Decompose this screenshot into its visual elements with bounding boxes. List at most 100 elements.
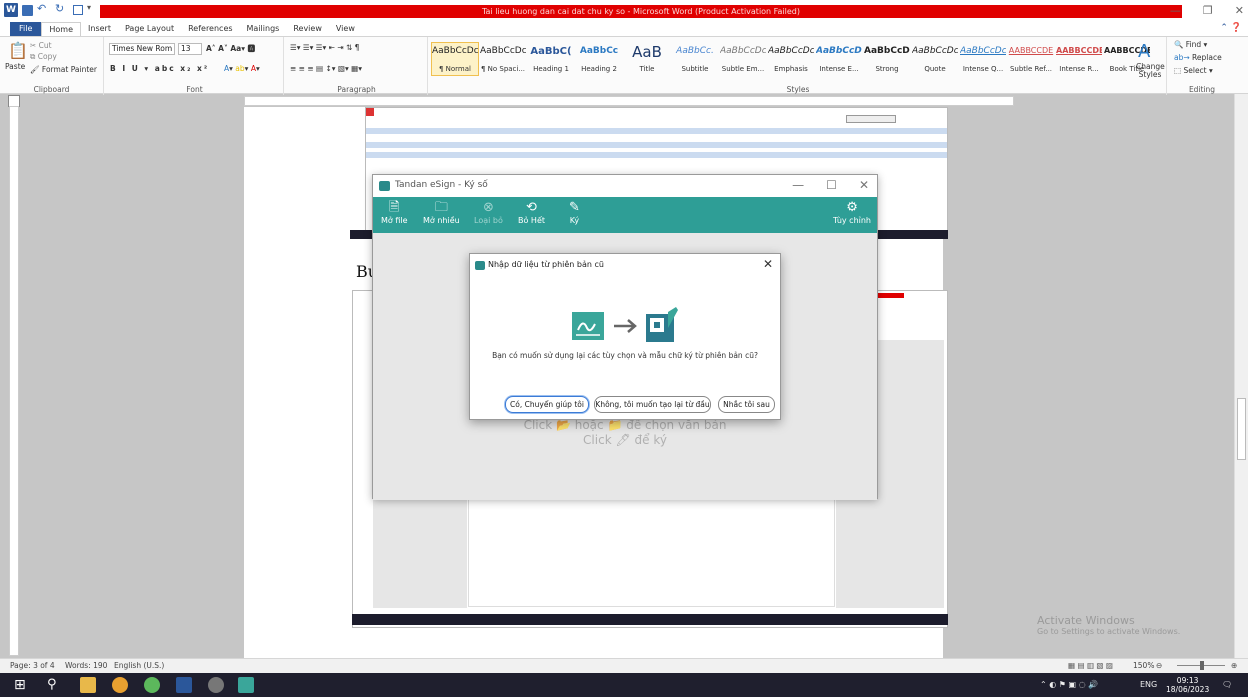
style-emphasis[interactable]: AaBbCcDc Emphasis bbox=[767, 42, 815, 76]
tab-file[interactable]: File bbox=[10, 22, 42, 36]
font-name-box[interactable]: Times New Rom bbox=[109, 43, 175, 55]
open-file-button[interactable]: 🗎 Mở file bbox=[381, 200, 408, 225]
view-buttons[interactable]: ▦ ▤ ▥ ▧ ▨ bbox=[1068, 661, 1113, 670]
start-icon[interactable]: ⊞ bbox=[14, 677, 30, 693]
tab-insert[interactable]: Insert bbox=[81, 22, 118, 36]
sign-button[interactable]: ✎ Ký bbox=[569, 200, 580, 225]
settings-label: Tùy chỉnh bbox=[833, 216, 871, 225]
editing-label: Editing bbox=[1188, 85, 1216, 94]
style-heading-1[interactable]: AaBbC(Heading 1 bbox=[527, 42, 575, 76]
find-button[interactable]: 🔍 Find ▾ bbox=[1174, 40, 1207, 49]
select-button[interactable]: ⬚ Select ▾ bbox=[1174, 66, 1213, 75]
search-icon[interactable]: ⚲ bbox=[47, 677, 63, 693]
format-painter-label: Format Painter bbox=[41, 65, 97, 74]
tray-icons[interactable]: ⌃ ◐ ⚑ ▣ ◌ 🔊 bbox=[1040, 680, 1098, 689]
style-intense-reference[interactable]: AABBCCDE Intense R... bbox=[1055, 42, 1103, 76]
esign-taskbar-icon[interactable] bbox=[238, 677, 254, 693]
app-taskbar-icon[interactable] bbox=[208, 677, 224, 693]
esign-hint-open: Click 📂 hoặc 📁 để chọn văn bản bbox=[523, 418, 727, 432]
no-start-fresh-button[interactable]: Không, tôi muốn tạo lại từ đầu bbox=[594, 396, 711, 413]
save-icon[interactable] bbox=[22, 4, 33, 16]
tab-mailings[interactable]: Mailings bbox=[240, 22, 287, 36]
zoom-slider-thumb[interactable] bbox=[1200, 661, 1204, 670]
clear-all-label: Bỏ Hết bbox=[518, 216, 545, 225]
tab-home[interactable]: Home bbox=[41, 21, 82, 37]
style-intense-quote[interactable]: AaBbCcDc Intense Q... bbox=[959, 42, 1007, 76]
remind-later-button[interactable]: Nhắc tôi sau bbox=[718, 396, 775, 413]
clock[interactable]: 09:13 18/06/2023 bbox=[1166, 676, 1209, 694]
vertical-scrollbar[interactable] bbox=[1234, 94, 1248, 658]
horizontal-ruler[interactable] bbox=[244, 96, 1014, 106]
esign-minimize-icon[interactable]: — bbox=[792, 178, 804, 192]
dialog-close-icon[interactable]: ✕ bbox=[763, 257, 773, 271]
style-name: Title bbox=[639, 65, 655, 73]
change-styles-icon[interactable]: A bbox=[1138, 41, 1150, 62]
font-size-box[interactable]: 13 bbox=[178, 43, 202, 55]
tab-references[interactable]: References bbox=[181, 22, 239, 36]
zoom-in-icon[interactable]: ⊕ bbox=[1231, 661, 1237, 670]
word-count[interactable]: Words: 190 bbox=[65, 661, 107, 670]
align-buttons[interactable]: ≡ ≡ ≡ ▤ ↕▾ ▧▾ ▦▾ bbox=[290, 64, 362, 73]
zoom-level[interactable]: 150% bbox=[1133, 661, 1154, 670]
tab-review[interactable]: Review bbox=[286, 22, 329, 36]
yes-migrate-button[interactable]: Có, Chuyển giúp tôi bbox=[505, 396, 589, 413]
style-name: Quote bbox=[924, 65, 946, 73]
help-icon[interactable]: ⌃ ❓ bbox=[1220, 23, 1242, 33]
dialog-logo-icon bbox=[475, 261, 485, 270]
style-heading-2[interactable]: AaBbCc Heading 2 bbox=[575, 42, 623, 76]
list-buttons[interactable]: ☰▾ ☰▾ ☰▾ ⇤ ⇥ ⇅ ¶ bbox=[290, 43, 359, 52]
copy-icon: ⧉ bbox=[30, 52, 38, 61]
paste-icon[interactable]: 📋 bbox=[8, 41, 28, 60]
format-painter-button[interactable]: 🖌 Format Painter bbox=[30, 65, 97, 74]
browser-icon[interactable] bbox=[144, 677, 160, 693]
style-normal[interactable]: AaBbCcDc ¶ Normal bbox=[431, 42, 479, 76]
file-explorer-icon[interactable] bbox=[80, 677, 96, 693]
font-group: Times New Rom 13 A˄ A˅ Aa▾ 🅰 B I U ▾ abc… bbox=[106, 37, 284, 95]
print-preview-icon[interactable] bbox=[73, 5, 83, 15]
esign-close-icon[interactable]: ✕ bbox=[859, 178, 869, 192]
change-styles-button[interactable]: Change Styles bbox=[1136, 63, 1165, 79]
style-subtle-emphasis[interactable]: AaBbCcDc Subtle Em... bbox=[719, 42, 767, 76]
styles-label: Styles bbox=[786, 85, 810, 94]
zoom-out-icon[interactable]: ⊖ bbox=[1156, 661, 1162, 670]
font-label: Font bbox=[186, 85, 203, 94]
notification-icon[interactable]: 🗨 bbox=[1222, 680, 1232, 689]
tab-page-layout[interactable]: Page Layout bbox=[118, 22, 181, 36]
minimize-icon[interactable]: — bbox=[1170, 4, 1181, 17]
style-title[interactable]: AaB Title bbox=[623, 42, 671, 76]
esign-maximize-icon[interactable]: ☐ bbox=[826, 178, 837, 192]
restore-icon[interactable]: ❐ bbox=[1203, 4, 1213, 17]
word-taskbar-icon[interactable] bbox=[176, 677, 192, 693]
copy-button[interactable]: ⧉ Copy bbox=[30, 52, 57, 62]
emb-row bbox=[366, 128, 947, 134]
remove-button[interactable]: ⊗ Loại bỏ bbox=[474, 200, 503, 225]
language-tray[interactable]: ENG bbox=[1140, 680, 1157, 689]
font-size-controls[interactable]: A˄ A˅ Aa▾ 🅰 bbox=[206, 43, 255, 54]
dialog-message: Bạn có muốn sử dụng lại các tùy chọn và … bbox=[492, 351, 758, 360]
cut-button[interactable]: ✂ Cut bbox=[30, 41, 52, 50]
language-indicator[interactable]: English (U.S.) bbox=[114, 661, 164, 670]
tab-view[interactable]: View bbox=[329, 22, 362, 36]
paste-button[interactable]: Paste bbox=[5, 62, 25, 71]
font-color-buttons[interactable]: A▾ ab▾ A▾ bbox=[224, 64, 260, 73]
open-multiple-button[interactable]: 🗀 Mở nhiều bbox=[423, 200, 460, 225]
style-subtitle[interactable]: AaBbCc. Subtitle bbox=[671, 42, 719, 76]
vertical-ruler[interactable] bbox=[9, 106, 19, 656]
style-quote[interactable]: AaBbCcDc Quote bbox=[911, 42, 959, 76]
scrollbar-thumb[interactable] bbox=[1237, 398, 1246, 460]
customize-qat-icon[interactable]: ▾ bbox=[87, 3, 101, 17]
style-strong[interactable]: AaBbCcDc Strong bbox=[863, 42, 911, 76]
font-format-buttons[interactable]: B I U ▾ abc x₂ x² bbox=[110, 64, 209, 73]
sign-label: Ký bbox=[569, 216, 580, 225]
clear-all-button[interactable]: ⟲ Bỏ Hết bbox=[518, 200, 545, 225]
settings-button[interactable]: ⚙ Tùy chỉnh bbox=[833, 200, 871, 225]
style-no-spacing[interactable]: AaBbCcDc ¶ No Spaci... bbox=[479, 42, 527, 76]
close-icon[interactable]: ✕ bbox=[1235, 4, 1244, 17]
undo-icon[interactable]: ↶ bbox=[37, 3, 51, 17]
chrome-icon[interactable] bbox=[112, 677, 128, 693]
style-intense-emphasis[interactable]: AaBbCcDc Intense E... bbox=[815, 42, 863, 76]
style-subtle-reference[interactable]: AABBCCDE Subtle Ref... bbox=[1007, 42, 1055, 76]
page-count[interactable]: Page: 3 of 4 bbox=[10, 661, 55, 670]
replace-button[interactable]: ab→ Replace bbox=[1174, 53, 1222, 62]
redo-icon[interactable]: ↻ bbox=[55, 3, 69, 17]
